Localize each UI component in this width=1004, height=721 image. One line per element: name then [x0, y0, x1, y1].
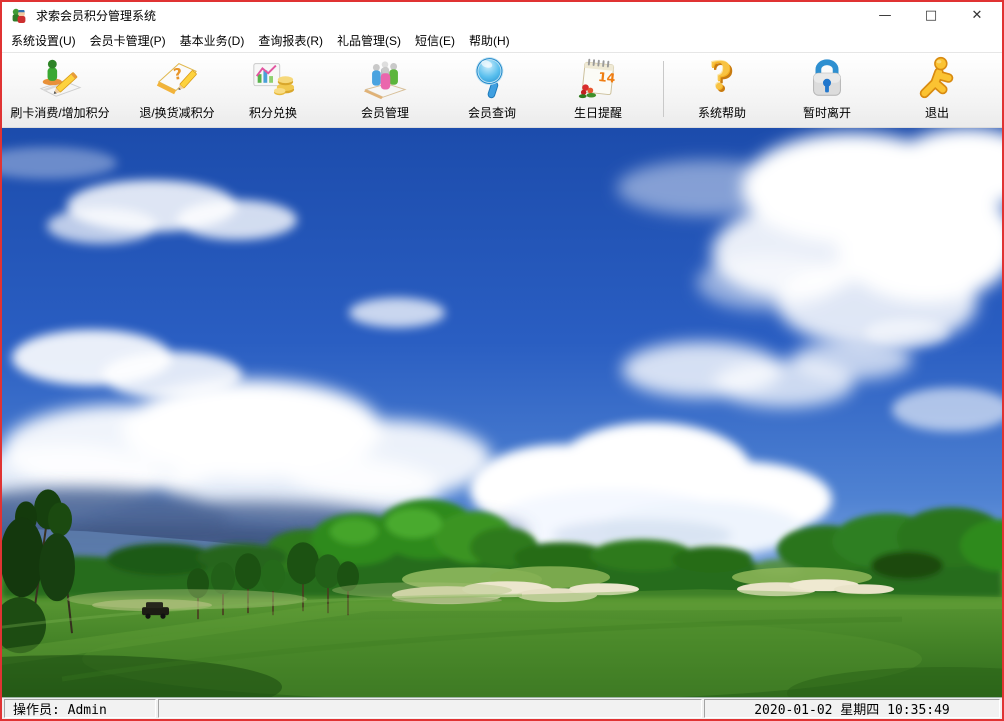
- toolbar-member-query[interactable]: 会员查询: [452, 55, 532, 125]
- points-exchange-icon: [250, 55, 296, 101]
- toolbar-label: 刷卡消费/增加积分: [10, 104, 109, 121]
- toolbar-system-help[interactable]: ? ? ? 系统帮助: [682, 55, 762, 125]
- status-operator: 操作员: Admin: [4, 699, 156, 718]
- status-bar: 操作员: Admin 2020-01-02 星期四 10:35:49: [2, 697, 1002, 719]
- menu-system-settings[interactable]: 系统设置(U): [4, 29, 83, 52]
- toolbar-exit[interactable]: 退出: [897, 55, 977, 125]
- title-bar: 求索会员积分管理系统 — □ ✕: [2, 2, 1002, 29]
- menu-sms[interactable]: 短信(E): [408, 29, 462, 52]
- toolbar-card-swipe-add-points[interactable]: 刷卡消费/增加积分: [4, 55, 116, 125]
- toolbar-separator: [663, 61, 664, 117]
- toolbar-label: 会员管理: [361, 104, 409, 121]
- toolbar-label: 暂时离开: [803, 104, 851, 121]
- golf-course-photo: [2, 128, 1002, 697]
- window-title: 求索会员积分管理系统: [36, 7, 156, 24]
- menu-query-reports[interactable]: 查询报表(R): [251, 29, 330, 52]
- toolbar-return-deduct-points[interactable]: ? 退/换货减积分: [129, 55, 225, 125]
- toolbar-label: 生日提醒: [574, 104, 622, 121]
- exit-icon: [914, 55, 960, 101]
- system-help-icon: ? ? ?: [699, 55, 745, 101]
- toolbar-label: 系统帮助: [698, 104, 746, 121]
- toolbar-label: 退出: [925, 104, 949, 121]
- toolbar-label: 积分兑换: [249, 104, 297, 121]
- menu-bar: 系统设置(U) 会员卡管理(P) 基本业务(D) 查询报表(R) 礼品管理(S)…: [2, 29, 1002, 53]
- member-query-icon: [469, 55, 515, 101]
- menu-gift-management[interactable]: 礼品管理(S): [330, 29, 408, 52]
- toolbar-label: 退/换货减积分: [139, 104, 214, 121]
- temporary-leave-icon: [804, 55, 850, 101]
- return-goods-deduct-points-icon: ?: [154, 55, 200, 101]
- close-button[interactable]: ✕: [954, 2, 1000, 29]
- desktop-wallpaper: [2, 128, 1002, 697]
- svg-text:?: ?: [709, 55, 731, 99]
- menu-basic-business[interactable]: 基本业务(D): [173, 29, 252, 52]
- maximize-button[interactable]: □: [908, 2, 954, 29]
- menu-member-card[interactable]: 会员卡管理(P): [83, 29, 173, 52]
- member-management-icon: [362, 55, 408, 101]
- toolbar-member-management[interactable]: 会员管理: [345, 55, 425, 125]
- toolbar-temporary-leave[interactable]: 暂时离开: [787, 55, 867, 125]
- toolbar-birthday-reminder[interactable]: 14 生日提醒: [558, 55, 638, 125]
- card-swipe-add-points-icon: [37, 55, 83, 101]
- toolbar-points-exchange[interactable]: 积分兑换: [233, 55, 313, 125]
- app-logo-icon: [10, 7, 27, 24]
- toolbar-label: 会员查询: [468, 104, 516, 121]
- minimize-button[interactable]: —: [862, 2, 908, 29]
- menu-help[interactable]: 帮助(H): [462, 29, 517, 52]
- status-middle-panel: [158, 699, 702, 718]
- birthday-reminder-icon: 14: [575, 55, 621, 101]
- toolbar: 刷卡消费/增加积分 ? 退/换货减积分: [2, 53, 1002, 128]
- app-window: 求索会员积分管理系统 — □ ✕ 系统设置(U) 会员卡管理(P) 基本业务(D…: [0, 0, 1004, 721]
- status-datetime: 2020-01-02 星期四 10:35:49: [704, 699, 1000, 718]
- svg-text:14: 14: [597, 69, 616, 86]
